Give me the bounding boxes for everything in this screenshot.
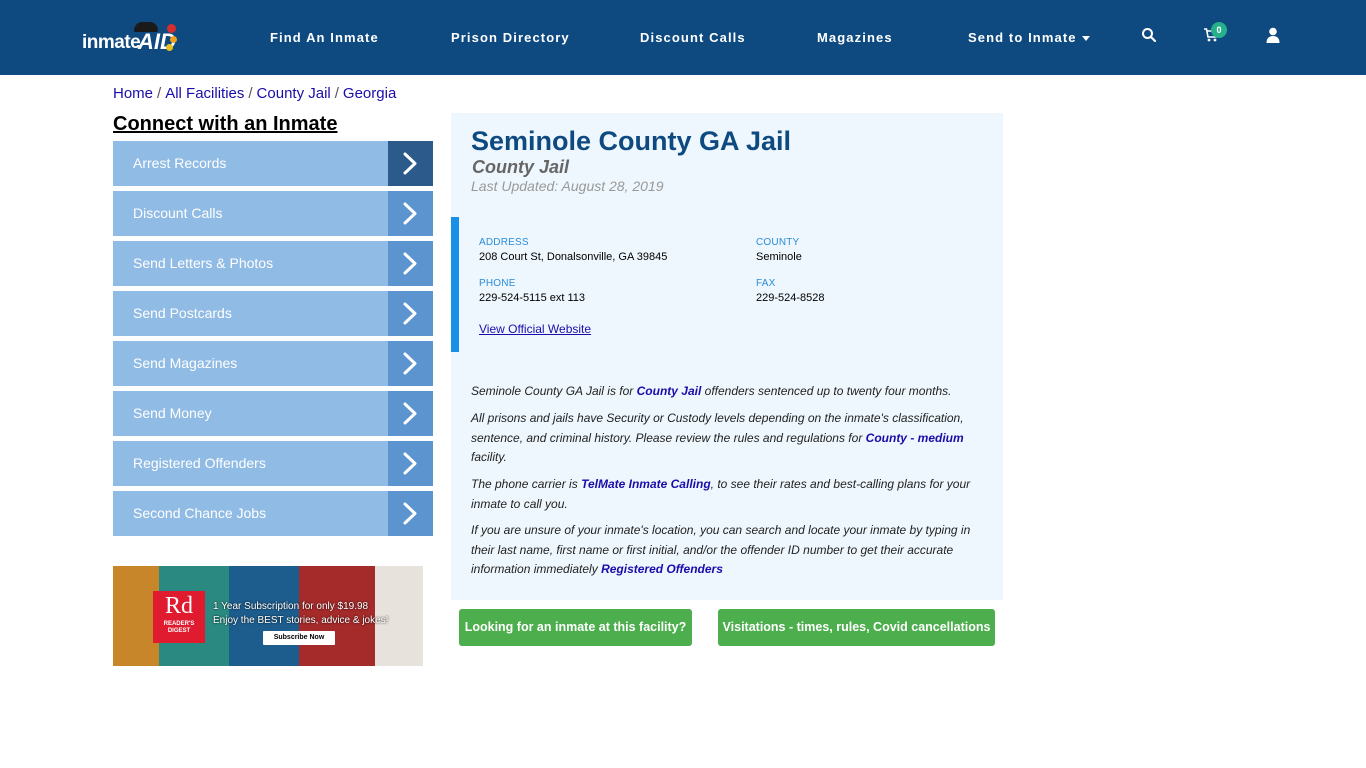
chevron-right-icon [388,141,433,186]
find-inmate-at-facility-button[interactable]: Looking for an inmate at this facility? [459,609,692,646]
fax-value: 229-524-8528 [756,292,825,304]
county-medium-link[interactable]: County - medium [866,431,964,445]
sidebar-item-discount-calls[interactable]: Discount Calls [113,191,433,236]
logo-text-inmate: inmate [82,32,141,53]
county-jail-link[interactable]: County Jail [637,384,702,398]
chevron-right-icon [388,191,433,236]
chevron-right-icon [388,391,433,436]
address-label: ADDRESS [479,237,529,248]
description-paragraph: All prisons and jails have Security or C… [471,411,964,464]
logo-decoration-icon [170,36,177,43]
readers-digest-logo: Rd READER'S DIGEST [153,591,205,643]
subscribe-now-button[interactable]: Subscribe Now [263,631,335,645]
description-paragraph: If you are unsure of your inmate's locat… [471,523,971,576]
description-paragraph: Seminole County GA Jail is for County Ja… [471,384,952,398]
sidebar-item-registered-offenders[interactable]: Registered Offenders [113,441,433,486]
last-updated: Last Updated: August 28, 2019 [471,178,664,194]
sidebar-item-send-postcards[interactable]: Send Postcards [113,291,433,336]
sidebar-item-arrest-records[interactable]: Arrest Records [113,141,433,186]
address-value: 208 Court St, Donalsonville, GA 39845 [479,251,668,263]
chevron-right-icon [388,291,433,336]
search-icon[interactable] [1141,27,1159,45]
chevron-right-icon [388,341,433,386]
info-accent-bar [451,217,459,352]
telmate-inmate-calling-link[interactable]: TelMate Inmate Calling [581,477,711,491]
sidebar-item-send-money[interactable]: Send Money [113,391,433,436]
nav-find-an-inmate[interactable]: Find An Inmate [270,30,379,45]
sidebar-item-label: Registered Offenders [133,455,266,471]
breadcrumb-home[interactable]: Home [113,85,153,102]
chevron-right-icon [388,241,433,286]
view-official-website-link[interactable]: View Official Website [479,322,591,336]
nav-prison-directory[interactable]: Prison Directory [451,30,570,45]
sidebar-item-label: Send Letters & Photos [133,255,274,271]
phone-label: PHONE [479,278,516,289]
sidebar-item-label: Arrest Records [133,155,227,171]
breadcrumb: Home / All Facilities / County Jail / Georgia [113,85,396,102]
sidebar-item-label: Discount Calls [133,205,223,221]
visitations-button[interactable]: Visitations - times, rules, Covid cancel… [718,609,995,646]
cart-count-badge: 0 [1211,22,1227,38]
sidebar-item-label: Second Chance Jobs [133,505,267,521]
sidebar-item-send-letters-photos[interactable]: Send Letters & Photos [113,241,433,286]
chevron-right-icon [388,491,433,536]
breadcrumb-separator: / [157,85,162,102]
chevron-right-icon [388,441,433,486]
sidebar-item-label: Send Postcards [133,305,232,321]
breadcrumb-all-facilities[interactable]: All Facilities [165,85,244,102]
sidebar-item-label: Send Money [133,405,212,421]
nav-send-to-inmate[interactable]: Send to Inmate [968,30,1090,45]
registered-offenders-link[interactable]: Registered Offenders [601,562,723,576]
caret-down-icon [1081,36,1090,42]
nav-magazines[interactable]: Magazines [817,30,893,45]
breadcrumb-separator: / [248,85,253,102]
sidebar-item-second-chance-jobs[interactable]: Second Chance Jobs [113,491,433,536]
sidebar-item-send-magazines[interactable]: Send Magazines [113,341,433,386]
phone-value: 229-524-5115 ext 113 [479,292,586,304]
description-paragraph: The phone carrier is TelMate Inmate Call… [471,477,971,511]
ad-offer-text: 1 Year Subscription for only $19.98 [213,601,369,612]
nav-discount-calls[interactable]: Discount Calls [640,30,746,45]
user-icon[interactable] [1265,27,1283,45]
sidebar-title: Connect with an Inmate [113,113,338,135]
logo-decoration-icon [167,24,176,33]
facility-title: Seminole County GA Jail [471,126,792,156]
county-label: COUNTY [756,237,800,248]
breadcrumb-county-jail[interactable]: County Jail [257,85,331,102]
county-value: Seminole [756,251,802,263]
readers-digest-ad-banner[interactable]: Rd READER'S DIGEST 1 Year Subscription f… [113,566,423,666]
breadcrumb-separator: / [334,85,339,102]
sidebar-item-label: Send Magazines [133,355,238,371]
facility-type: County Jail [472,157,570,177]
nav-send-to-inmate-label: Send to Inmate [968,30,1077,45]
top-navbar: inmate AID Find An Inmate Prison Directo… [0,0,1366,75]
fax-label: FAX [756,278,776,289]
breadcrumb-georgia[interactable]: Georgia [343,85,396,102]
logo-decoration-icon [166,44,173,51]
ad-tagline-text: Enjoy the BEST stories, advice & jokes! [213,615,389,626]
